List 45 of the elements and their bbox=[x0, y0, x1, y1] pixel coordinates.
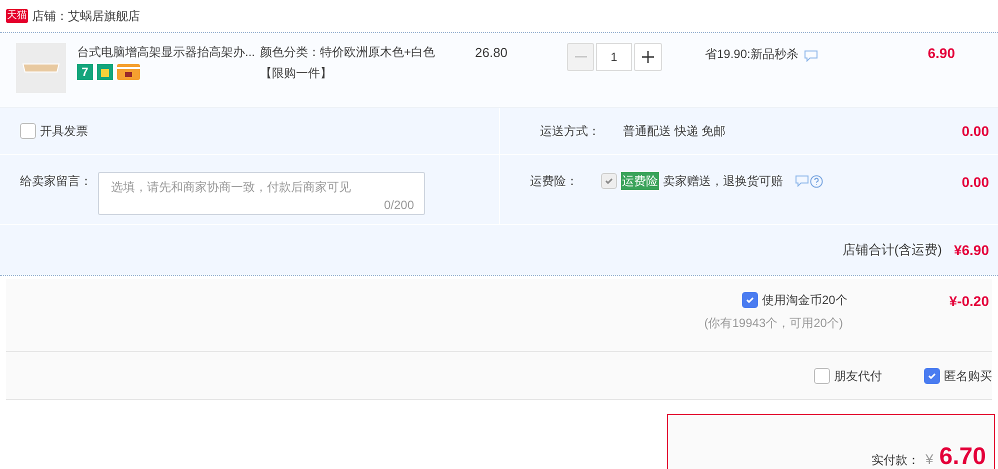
store-total-label: 店铺合计(含运费) bbox=[842, 241, 942, 260]
option-checkbox[interactable] bbox=[924, 368, 940, 384]
sku-text: 颜色分类：特价欧洲原木色+白色 bbox=[260, 44, 436, 61]
help-icon[interactable] bbox=[810, 174, 823, 188]
insurance-label: 运费险： bbox=[529, 173, 578, 190]
minus-icon bbox=[574, 56, 586, 58]
product-title[interactable]: 台式电脑增高架显示器抬高架办... bbox=[77, 43, 260, 61]
item-subtotal: 6.90 bbox=[926, 44, 955, 63]
checkmark-icon bbox=[744, 295, 755, 305]
plus-button[interactable] bbox=[634, 43, 662, 71]
quantity-field[interactable]: 1 bbox=[596, 43, 632, 71]
message-placeholder: 选填，请先和商家协商一致，付款后商家可见 bbox=[111, 179, 352, 196]
coins-label[interactable]: 使用淘金币20个 bbox=[762, 291, 848, 309]
plus-icon bbox=[642, 51, 654, 63]
shop-name[interactable]: 店铺：艾蜗居旗舰店 bbox=[32, 7, 140, 25]
insurance-fee: 0.00 bbox=[962, 173, 989, 192]
payment-label: 实付款： bbox=[871, 452, 920, 469]
purchase-limit: 【限购一件】 bbox=[260, 65, 333, 82]
store-badge: 天猫 bbox=[6, 9, 28, 23]
option-label[interactable]: 朋友代付 bbox=[834, 366, 882, 384]
invoice-label[interactable]: 开具发票 bbox=[40, 122, 88, 140]
checkmark-icon bbox=[927, 370, 937, 380]
char-counter: 0/200 bbox=[384, 197, 414, 214]
invoice-checkbox[interactable] bbox=[20, 123, 36, 139]
insurance-text: 卖家赠送，退换货可赔 bbox=[663, 173, 783, 190]
chat-icon[interactable] bbox=[804, 50, 818, 62]
shipping-method: 普通配送 快递 免邮 bbox=[623, 123, 727, 140]
option-label[interactable]: 匿名购买 bbox=[944, 366, 992, 384]
coins-note: (你有19943个，可用20个) bbox=[704, 315, 843, 332]
insurance-tag: 运费险 bbox=[621, 172, 659, 190]
card-icon bbox=[117, 64, 140, 80]
store-total-value: ¥6.90 bbox=[954, 240, 989, 260]
shipping-label: 运送方式： bbox=[539, 123, 600, 140]
coins-checkbox[interactable] bbox=[742, 292, 758, 308]
message-label: 给卖家留言： bbox=[20, 173, 92, 190]
seven-day-return-icon: 7 bbox=[77, 64, 93, 80]
currency-symbol: ¥ bbox=[925, 450, 934, 469]
payment-amount: 6.70 bbox=[939, 443, 986, 469]
option-checkbox[interactable] bbox=[814, 368, 830, 384]
checkmark-icon bbox=[604, 176, 614, 186]
coins-discount: ¥-0.20 bbox=[949, 292, 989, 311]
shipping-fee: 0.00 bbox=[962, 122, 989, 140]
chat-icon[interactable] bbox=[795, 175, 809, 187]
unit-price: 26.80 bbox=[475, 44, 509, 62]
discount-text: 省19.90:新品秒杀 bbox=[705, 46, 798, 63]
